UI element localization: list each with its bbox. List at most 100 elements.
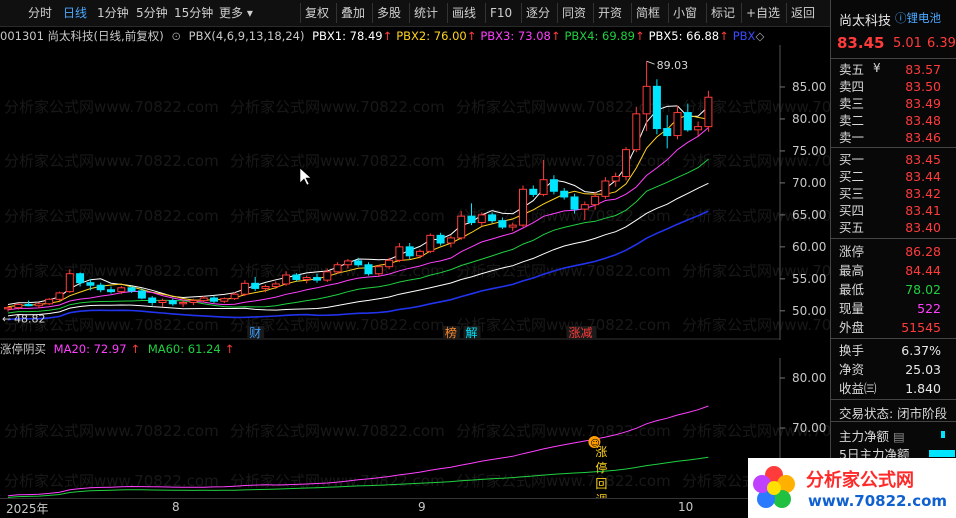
candle[interactable]: [210, 295, 218, 304]
candle[interactable]: [488, 212, 497, 224]
candle[interactable]: [436, 232, 445, 246]
candle[interactable]: [519, 185, 527, 228]
sector-link[interactable]: ⓘ锂电池: [895, 10, 941, 26]
ma60-value: MA60: 61.24: [147, 342, 221, 356]
candle[interactable]: [457, 211, 466, 240]
mark-button[interactable]: 标记: [711, 4, 735, 22]
candle-body: [199, 297, 208, 302]
candle[interactable]: [426, 233, 435, 254]
candle-body: [488, 214, 497, 222]
flow-bar: [941, 431, 945, 438]
period-tab-1min[interactable]: 1分钟: [97, 4, 129, 22]
candle[interactable]: [467, 203, 476, 226]
candle[interactable]: [96, 282, 105, 293]
sub-indicator-chart[interactable]: 80.0070.0060.00☺涨停回调: [0, 358, 830, 498]
candle[interactable]: [302, 275, 311, 284]
indicator-info-bar: 001301 尚太科技(日线,前复权) ⊙ PBX(4,6,9,13,18,24…: [0, 27, 780, 45]
candle[interactable]: [364, 262, 373, 276]
restore-rights-button[interactable]: 复权: [305, 4, 329, 22]
candle[interactable]: [704, 90, 713, 132]
candle[interactable]: [374, 264, 383, 277]
candle[interactable]: [673, 105, 682, 140]
candle[interactable]: [549, 175, 558, 195]
statistics-button[interactable]: 统计: [414, 4, 438, 22]
simple-frame-button[interactable]: 简框: [636, 4, 660, 22]
candle[interactable]: [642, 61, 651, 132]
candlestick-chart[interactable]: 85.00 80.00 75.00 70.00 65.00 60.00 55.00 50.00…: [0, 45, 830, 340]
candle[interactable]: [560, 188, 569, 200]
candle[interactable]: [663, 115, 672, 149]
row-value: 83.57: [905, 62, 941, 77]
candle-body: [251, 282, 260, 289]
tick-by-tick-button[interactable]: 逐分: [526, 4, 550, 22]
candle[interactable]: [405, 243, 414, 260]
mini-window-button[interactable]: 小窗: [673, 4, 697, 22]
multi-stock-button[interactable]: 多股: [377, 4, 401, 22]
candle[interactable]: [508, 222, 517, 231]
candle[interactable]: [632, 106, 641, 153]
settings-icon[interactable]: ⊙: [171, 29, 181, 43]
candle[interactable]: [395, 243, 404, 263]
candle[interactable]: [539, 159, 548, 197]
candle[interactable]: [683, 103, 692, 132]
diamond-icon: ◇: [755, 29, 765, 43]
candle[interactable]: [333, 262, 342, 274]
candle[interactable]: [45, 298, 54, 306]
period-tab-5min[interactable]: 5分钟: [136, 4, 168, 22]
candle[interactable]: [282, 271, 291, 286]
draw-line-button[interactable]: 画线: [452, 4, 476, 22]
overlay-button[interactable]: 叠加: [341, 4, 365, 22]
candle[interactable]: [529, 185, 538, 197]
candle[interactable]: [168, 298, 177, 306]
event-marker[interactable]: 榜: [445, 325, 457, 340]
candle[interactable]: [148, 296, 157, 306]
candle[interactable]: [24, 300, 33, 307]
candle[interactable]: [601, 177, 610, 199]
candle-body: [580, 204, 589, 210]
candle-body: [86, 282, 95, 286]
period-tab-intraday[interactable]: 分时: [28, 4, 52, 22]
candle-body: [76, 273, 85, 284]
period-tab-daily[interactable]: 日线: [63, 4, 87, 22]
candle[interactable]: [611, 172, 620, 187]
open-fund-button[interactable]: 开资: [598, 4, 622, 22]
candle[interactable]: [107, 286, 115, 294]
event-marker[interactable]: 财: [249, 326, 261, 340]
candle-body: [385, 259, 394, 268]
price-change: 5.01: [893, 36, 922, 51]
candle[interactable]: [220, 297, 229, 304]
sub-indicator-name: 涨停阴买: [0, 342, 46, 356]
candle[interactable]: [498, 217, 507, 229]
back-button[interactable]: 返回: [791, 4, 815, 22]
candle[interactable]: [622, 147, 630, 181]
add-watchlist-button[interactable]: +自选: [746, 4, 780, 22]
pbx-value-6: PBX: [732, 29, 756, 43]
period-tab-more[interactable]: 更多 ▾: [219, 4, 253, 22]
row-value: 86.28: [905, 244, 941, 259]
candle[interactable]: [65, 269, 74, 293]
main-net-flow[interactable]: 主力净额 ▤: [839, 426, 905, 445]
sub-indicator-bar: 涨停阴买 MA20: 72.97 ↑ MA60: 61.24 ↑: [0, 341, 780, 357]
candle[interactable]: [416, 249, 424, 259]
candle[interactable]: [446, 235, 455, 248]
toolbar-divider: [593, 3, 594, 23]
date-axis: 2025年 8 9 10: [0, 498, 780, 517]
candle-body: [426, 234, 435, 252]
candle[interactable]: [580, 201, 589, 220]
same-fund-button[interactable]: 同资: [562, 4, 586, 22]
event-marker[interactable]: 涨减: [569, 325, 593, 340]
candle[interactable]: [251, 276, 260, 291]
stat-row: 涨停 86.28: [831, 243, 956, 260]
candle[interactable]: [240, 280, 249, 297]
period-tab-15min[interactable]: 15分钟: [174, 4, 213, 22]
candle[interactable]: [55, 291, 64, 302]
toolbar-divider: [372, 3, 373, 23]
pbx-value-5: PBX5: 66.88: [648, 29, 720, 43]
f10-button[interactable]: F10: [490, 4, 512, 22]
candle[interactable]: [477, 212, 486, 227]
event-marker[interactable]: 解: [466, 326, 478, 340]
candle[interactable]: [343, 259, 352, 269]
row-value: 83.44: [905, 169, 941, 184]
candle[interactable]: [652, 79, 661, 135]
candle[interactable]: [313, 273, 321, 283]
